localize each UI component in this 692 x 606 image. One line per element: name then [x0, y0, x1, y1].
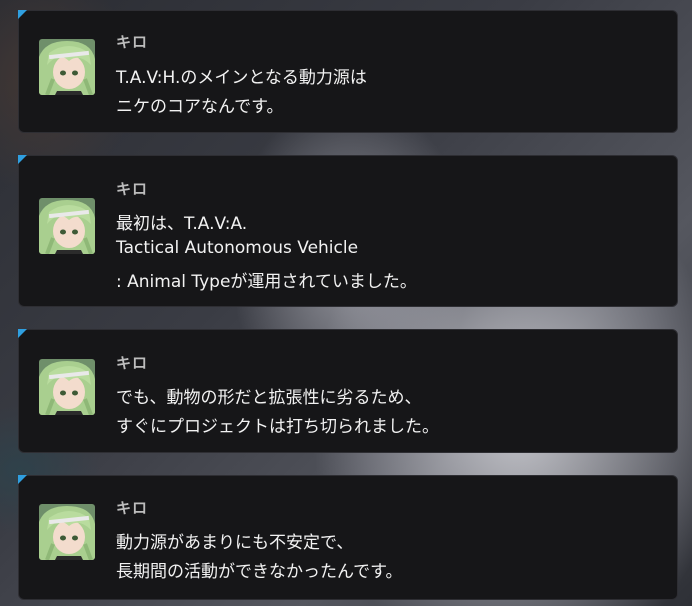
dialogue-line: : Animal Typeが運用されていました。	[116, 272, 417, 292]
dialogue-entry: キロ T.A.V:H.のメインとなる動力源は ニケのコアなんです。	[18, 10, 678, 133]
dialogue-entry: キロ 動力源があまりにも不安定で、 長期間の活動ができなかったんです。	[18, 475, 678, 600]
corner-marker-icon	[18, 475, 27, 484]
dialogue-entry: キロ でも、動物の形だと拡張性に劣るため、 すぐにプロジェクトは打ち切られました…	[18, 329, 678, 453]
speaker-name: キロ	[116, 499, 149, 517]
dialogue-line: 動力源があまりにも不安定で、	[116, 533, 354, 553]
dialogue-line: でも、動物の形だと拡張性に劣るため、	[116, 388, 422, 408]
speaker-name: キロ	[116, 33, 149, 51]
kilo-portrait-icon	[39, 359, 95, 415]
corner-marker-icon	[18, 155, 27, 164]
dialogue-line: ニケのコアなんです。	[116, 97, 284, 117]
kilo-portrait-icon	[39, 504, 95, 560]
dialogue-line: T.A.V:H.のメインとなる動力源は	[116, 68, 367, 88]
dialogue-line: 最初は、T.A.V:A.	[116, 214, 248, 234]
dialogue-line: 長期間の活動ができなかったんです。	[116, 562, 403, 582]
dialogue-entry: キロ 最初は、T.A.V:A. Tactical Autonomous Vehi…	[18, 155, 678, 307]
kilo-portrait-icon	[39, 198, 95, 254]
dialogue-line: Tactical Autonomous Vehicle	[116, 238, 359, 258]
kilo-portrait-icon	[39, 39, 95, 95]
dialogue-line: すぐにプロジェクトは打ち切られました。	[116, 417, 439, 437]
corner-marker-icon	[18, 329, 27, 338]
speaker-name: キロ	[116, 180, 149, 198]
corner-marker-icon	[18, 10, 27, 19]
speaker-name: キロ	[116, 354, 149, 372]
